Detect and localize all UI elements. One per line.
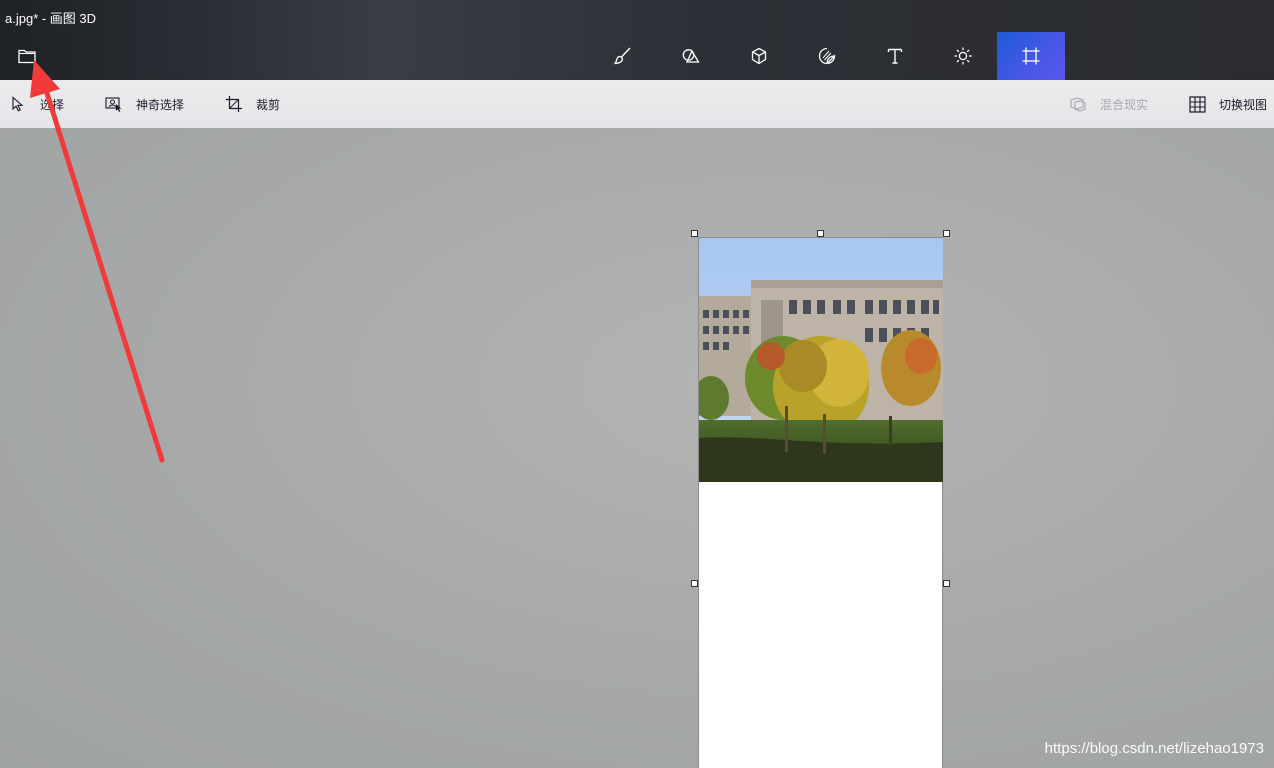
tool-brushes-button[interactable] xyxy=(589,32,657,80)
crop-label: 裁剪 xyxy=(256,97,281,112)
tool-stickers-button[interactable] xyxy=(793,32,861,80)
pointer-icon xyxy=(8,94,28,114)
mixed-reality-button[interactable]: 混合现实 xyxy=(1068,80,1148,128)
brush-icon xyxy=(613,47,631,65)
toggle-view-button[interactable]: 切换视图 xyxy=(1187,80,1267,128)
resize-handle-top[interactable] xyxy=(817,230,824,237)
tool-2d-shapes-button[interactable] xyxy=(657,32,725,80)
crop-icon xyxy=(224,94,244,114)
mixed-reality-label: 混合现实 xyxy=(1100,97,1149,112)
3d-cube-icon xyxy=(751,47,767,65)
magic-select-icon xyxy=(104,94,124,114)
sticker-icon xyxy=(818,47,836,65)
magic-select-label: 神奇选择 xyxy=(136,97,185,112)
folder-icon xyxy=(18,49,36,64)
text-t-icon xyxy=(887,48,903,64)
grid-view-icon xyxy=(1187,94,1207,114)
crop-button[interactable]: 裁剪 xyxy=(224,80,280,128)
tool-effects-button[interactable] xyxy=(929,32,997,80)
select-label: 选择 xyxy=(40,97,65,112)
effects-sun-icon xyxy=(954,47,972,65)
resize-handle-top-left[interactable] xyxy=(691,230,698,237)
canvas-sub-toolbar: 选择 神奇选择 裁剪 混合现实 切换视图 xyxy=(0,80,1274,128)
menu-button[interactable] xyxy=(8,38,46,74)
window-title: a.jpg* - 画图 3D xyxy=(5,11,97,26)
magic-select-button[interactable]: 神奇选择 xyxy=(104,80,184,128)
mixed-reality-icon xyxy=(1068,94,1088,114)
photo-image xyxy=(699,238,943,482)
tool-text-button[interactable] xyxy=(861,32,929,80)
workspace-background xyxy=(0,128,1274,768)
tool-3d-shapes-button[interactable] xyxy=(725,32,793,80)
resize-handle-right[interactable] xyxy=(943,580,950,587)
watermark-text: https://blog.csdn.net/lizehao1973 xyxy=(1044,740,1264,757)
canvas-crop-icon xyxy=(1022,47,1040,65)
select-button[interactable]: 选择 xyxy=(8,80,64,128)
tool-canvas-button[interactable] xyxy=(997,32,1065,80)
resize-handle-left[interactable] xyxy=(691,580,698,587)
toggle-view-label: 切换视图 xyxy=(1219,97,1268,112)
app-top-bar: a.jpg* - 画图 3D xyxy=(0,0,1274,80)
2d-shapes-icon xyxy=(682,49,700,63)
resize-handle-top-right[interactable] xyxy=(943,230,950,237)
